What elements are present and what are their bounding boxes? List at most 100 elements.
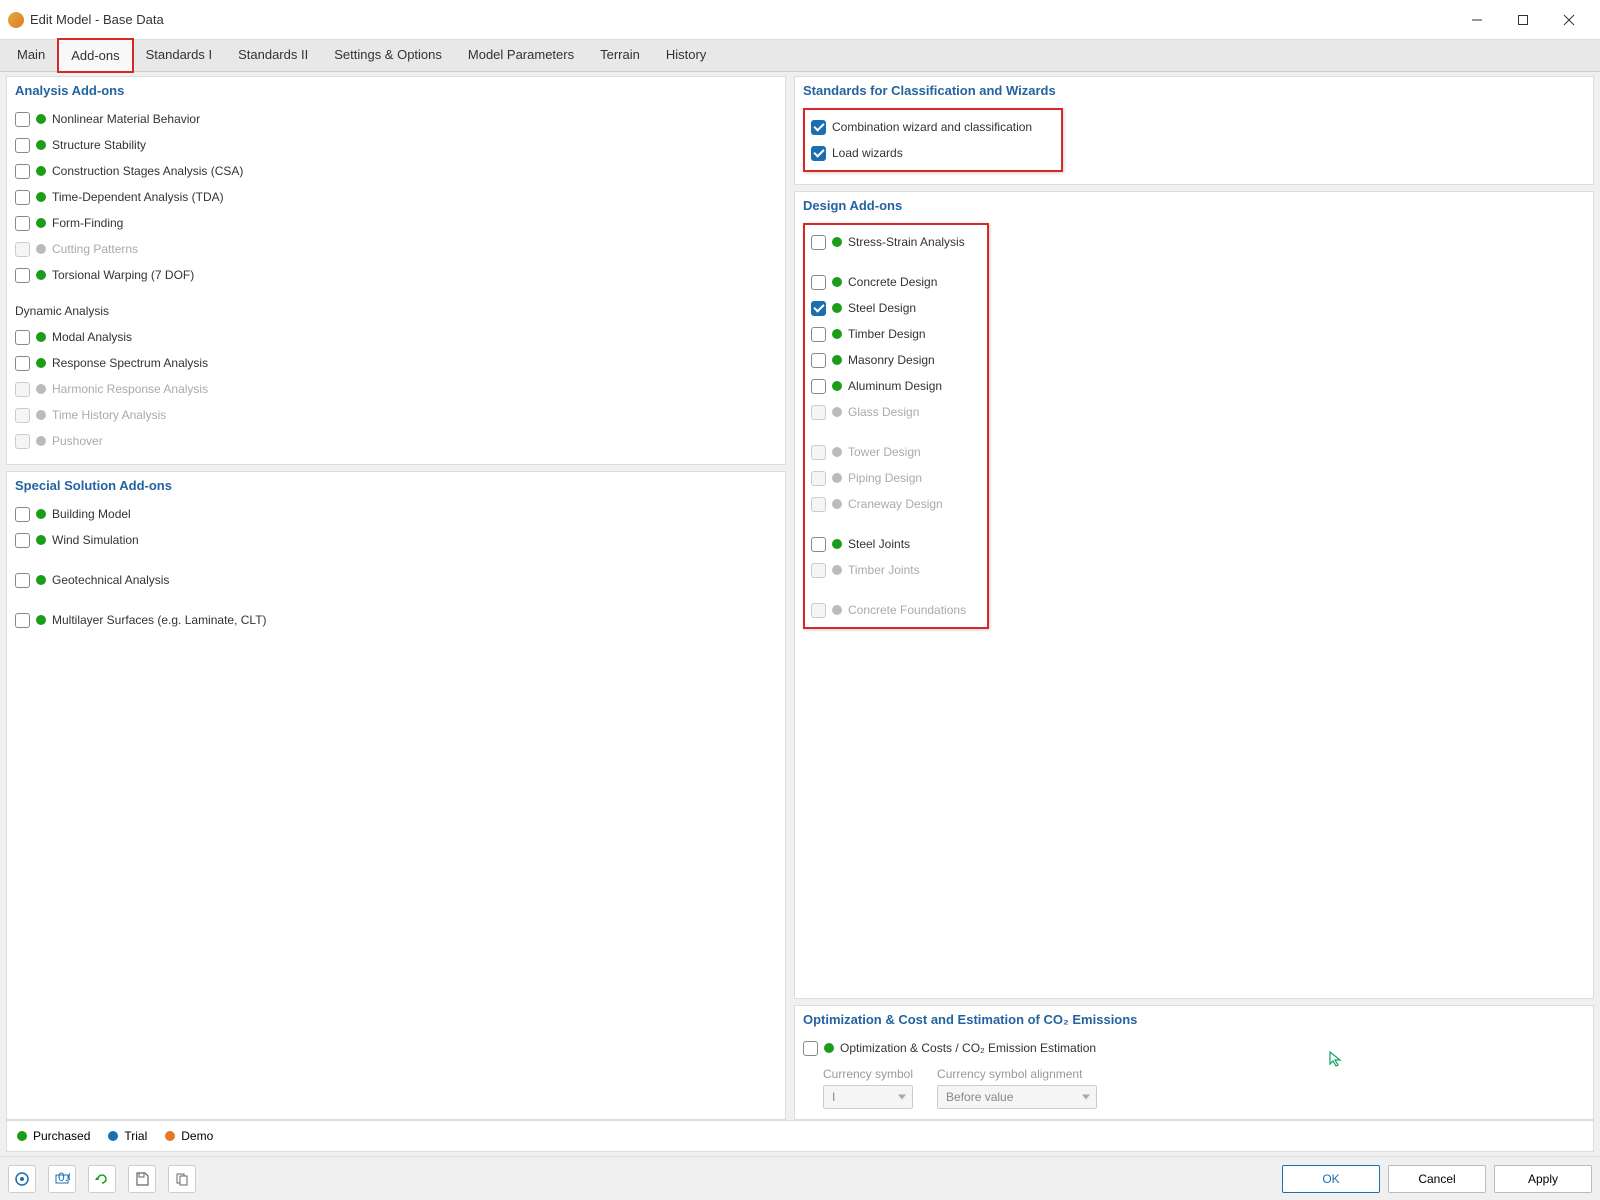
tab-terrain[interactable]: Terrain — [587, 38, 653, 71]
addon-checkbox[interactable] — [811, 537, 826, 552]
window-title: Edit Model - Base Data — [30, 12, 1454, 27]
addon-row: Piping Design — [811, 465, 981, 491]
addon-checkbox[interactable] — [15, 356, 30, 371]
units-icon[interactable]: 0.0 — [48, 1165, 76, 1193]
addon-row: Steel Joints — [811, 531, 981, 557]
minimize-button[interactable] — [1454, 5, 1500, 35]
addon-checkbox — [15, 382, 30, 397]
dynamic-analysis-heading: Dynamic Analysis — [15, 304, 777, 318]
status-dot — [832, 237, 842, 247]
status-dot — [36, 384, 46, 394]
tab-model-parameters[interactable]: Model Parameters — [455, 38, 587, 71]
addon-checkbox[interactable] — [811, 379, 826, 394]
addon-checkbox[interactable] — [15, 190, 30, 205]
save-icon[interactable] — [128, 1165, 156, 1193]
addon-checkbox — [811, 405, 826, 420]
addon-checkbox[interactable] — [811, 120, 826, 135]
cancel-button[interactable]: Cancel — [1388, 1165, 1486, 1193]
addon-checkbox[interactable] — [15, 573, 30, 588]
addon-checkbox[interactable] — [15, 613, 30, 628]
addon-row: Pushover — [15, 428, 777, 454]
addon-checkbox[interactable] — [15, 507, 30, 522]
optimization-label: Optimization & Costs / CO₂ Emission Esti… — [840, 1041, 1096, 1055]
addon-label: Multilayer Surfaces (e.g. Laminate, CLT) — [52, 613, 267, 627]
addon-row: Form-Finding — [15, 210, 777, 236]
reset-icon[interactable] — [88, 1165, 116, 1193]
addon-checkbox[interactable] — [811, 275, 826, 290]
legend-purchased-label: Purchased — [33, 1129, 90, 1143]
status-dot — [36, 509, 46, 519]
addon-checkbox[interactable] — [15, 533, 30, 548]
addon-row: Timber Joints — [811, 557, 981, 583]
addon-row: Modal Analysis — [15, 324, 777, 350]
status-dot — [824, 1043, 834, 1053]
tab-standards-1[interactable]: Standards I — [133, 38, 226, 71]
addon-checkbox — [15, 434, 30, 449]
addon-checkbox[interactable] — [811, 301, 826, 316]
optimization-item: Optimization & Costs / CO₂ Emission Esti… — [803, 1035, 1585, 1061]
addon-label: Steel Design — [848, 301, 916, 315]
addon-checkbox[interactable] — [811, 327, 826, 342]
copy-icon[interactable] — [168, 1165, 196, 1193]
ok-button[interactable]: OK — [1282, 1165, 1380, 1193]
addon-row: Stress-Strain Analysis — [811, 229, 981, 255]
status-dot — [36, 535, 46, 545]
addon-row: Cutting Patterns — [15, 236, 777, 262]
status-dot — [832, 355, 842, 365]
addon-row: Concrete Design — [811, 269, 981, 295]
addon-row: Construction Stages Analysis (CSA) — [15, 158, 777, 184]
addon-row: Geotechnical Analysis — [15, 567, 777, 593]
addon-checkbox[interactable] — [15, 164, 30, 179]
addon-label: Piping Design — [848, 471, 922, 485]
tab-standards-2[interactable]: Standards II — [225, 38, 321, 71]
legend-purchased: Purchased — [17, 1129, 90, 1143]
addon-label: Building Model — [52, 507, 131, 521]
status-dot — [36, 615, 46, 625]
tab-main[interactable]: Main — [4, 38, 58, 71]
addon-checkbox[interactable] — [15, 138, 30, 153]
tab-settings-options[interactable]: Settings & Options — [321, 38, 455, 71]
currency-align-label: Currency symbol alignment — [937, 1067, 1097, 1081]
app-icon — [8, 12, 24, 28]
close-button[interactable] — [1546, 5, 1592, 35]
status-dot — [832, 499, 842, 509]
currency-symbol-select[interactable]: I — [823, 1085, 913, 1109]
help-icon[interactable] — [8, 1165, 36, 1193]
addon-label: Craneway Design — [848, 497, 943, 511]
addon-label: Pushover — [52, 434, 103, 448]
addon-label: Wind Simulation — [52, 533, 139, 547]
status-dot — [36, 575, 46, 585]
tab-add-ons[interactable]: Add-ons — [58, 39, 132, 72]
addon-checkbox — [811, 471, 826, 486]
tab-history[interactable]: History — [653, 38, 719, 71]
footer: 0.0 OK Cancel Apply — [0, 1156, 1600, 1200]
status-dot — [36, 166, 46, 176]
standards-panel: Standards for Classification and Wizards… — [794, 76, 1594, 185]
status-dot — [36, 192, 46, 202]
addon-checkbox[interactable] — [811, 235, 826, 250]
status-dot — [832, 381, 842, 391]
status-dot — [832, 407, 842, 417]
addon-label: Tower Design — [848, 445, 921, 459]
addon-checkbox[interactable] — [15, 268, 30, 283]
addon-checkbox[interactable] — [811, 353, 826, 368]
design-highlight: Stress-Strain Analysis Concrete Design Ste… — [803, 223, 989, 629]
currency-align-select[interactable]: Before value — [937, 1085, 1097, 1109]
addon-label: Stress-Strain Analysis — [848, 235, 965, 249]
addon-label: Time-Dependent Analysis (TDA) — [52, 190, 224, 204]
addon-checkbox[interactable] — [15, 330, 30, 345]
addon-row: Concrete Foundations — [811, 597, 981, 623]
apply-button[interactable]: Apply — [1494, 1165, 1592, 1193]
maximize-button[interactable] — [1500, 5, 1546, 35]
design-title: Design Add-ons — [803, 198, 1585, 213]
addon-checkbox[interactable] — [15, 216, 30, 231]
optimization-checkbox[interactable] — [803, 1041, 818, 1056]
addon-checkbox[interactable] — [811, 146, 826, 161]
optimization-title: Optimization & Cost and Estimation of CO… — [803, 1012, 1585, 1027]
currency-symbol-label: Currency symbol — [823, 1067, 913, 1081]
addon-row: Multilayer Surfaces (e.g. Laminate, CLT) — [15, 607, 777, 633]
addon-checkbox[interactable] — [15, 112, 30, 127]
legend-demo: Demo — [165, 1129, 213, 1143]
addon-label: Harmonic Response Analysis — [52, 382, 208, 396]
legend-trial-label: Trial — [124, 1129, 147, 1143]
